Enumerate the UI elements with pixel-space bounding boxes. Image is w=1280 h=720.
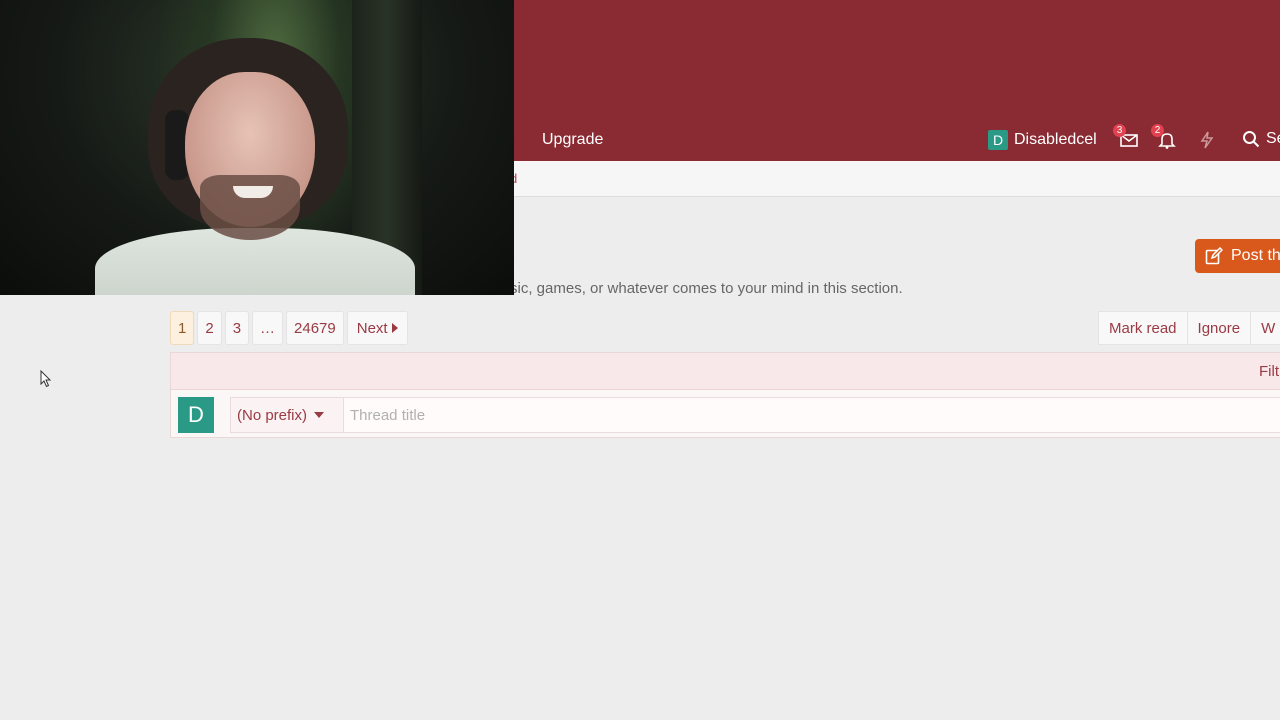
nav-upgrade-link[interactable]: Upgrade (542, 131, 603, 149)
quick-thread-row: D (No prefix) (171, 390, 1280, 438)
user-menu[interactable]: D Disabledcel (988, 129, 1097, 151)
pagination: 1 2 3 … 24679 Next (170, 311, 408, 345)
page-link-3[interactable]: 3 (224, 311, 250, 345)
alerts-button[interactable]: 2 (1151, 124, 1178, 151)
inbox-button[interactable]: 3 (1113, 124, 1140, 151)
filter-bar: Filt (171, 353, 1280, 390)
whats-new-button[interactable] (1196, 129, 1218, 151)
post-thread-label: Post th (1231, 247, 1280, 264)
page-link-last[interactable]: 24679 (286, 311, 344, 345)
ignore-button[interactable]: Ignore (1186, 311, 1252, 345)
webcam-person-mouth (233, 186, 273, 198)
mouse-cursor-icon (40, 370, 52, 388)
filters-button[interactable]: Filt (1259, 363, 1279, 380)
webcam-overlay (0, 0, 514, 295)
thread-title-input[interactable] (343, 397, 1280, 433)
next-page-button[interactable]: Next (346, 311, 408, 345)
forum-description: sic, games, or whatever comes to your mi… (510, 280, 903, 297)
next-page-label: Next (356, 319, 388, 337)
page-ellipsis[interactable]: … (252, 311, 284, 345)
watch-button[interactable]: W (1250, 311, 1280, 345)
page-link-1[interactable]: 1 (170, 311, 195, 345)
prefix-select[interactable]: (No prefix) (230, 397, 343, 433)
prefix-selected-value: (No prefix) (237, 406, 308, 424)
bolt-icon (1200, 131, 1214, 149)
user-avatar-large: D (178, 397, 214, 433)
user-avatar: D (988, 130, 1008, 150)
post-thread-button[interactable]: Post th (1195, 239, 1280, 273)
caret-down-icon (314, 412, 325, 418)
mark-read-button[interactable]: Mark read (1098, 311, 1188, 345)
thread-list: Filt D (No prefix) (170, 352, 1280, 438)
forum-actions: Mark read Ignore W (1098, 311, 1280, 345)
search-button[interactable]: Se (1242, 130, 1280, 148)
webcam-person-beard (200, 175, 300, 240)
search-label: Se (1266, 130, 1280, 147)
page-link-2[interactable]: 2 (197, 311, 222, 345)
inbox-badge: 3 (1113, 124, 1126, 137)
alerts-badge: 2 (1151, 124, 1164, 137)
search-icon (1243, 131, 1260, 148)
username-label: Disabledcel (1014, 131, 1097, 148)
caret-right-icon (391, 323, 398, 333)
edit-icon (1205, 247, 1223, 265)
